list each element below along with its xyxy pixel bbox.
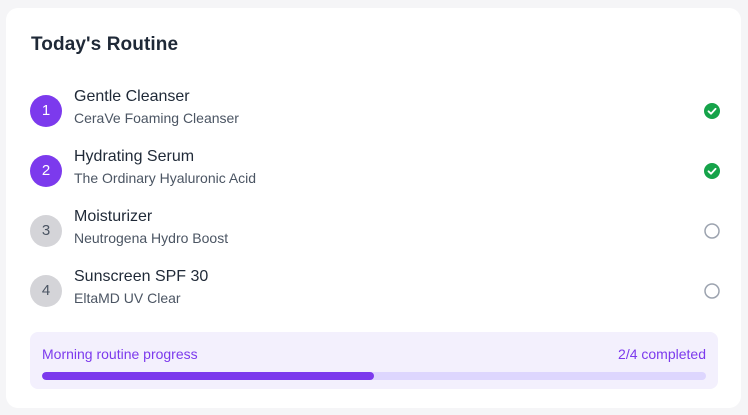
routine-step-1[interactable]: 1 Gentle Cleanser CeraVe Foaming Cleanse…: [30, 88, 720, 132]
routine-step-4[interactable]: 4 Sunscreen SPF 30 EltaMD UV Clear: [30, 268, 720, 312]
check-circle-icon[interactable]: [704, 103, 720, 119]
empty-circle-icon[interactable]: [704, 223, 720, 239]
step-name: Moisturizer: [74, 208, 153, 225]
step-name: Gentle Cleanser: [74, 88, 190, 105]
step-number-badge: 2: [30, 155, 62, 187]
step-product: EltaMD UV Clear: [74, 290, 181, 306]
progress-count: 2/4 completed: [618, 346, 706, 362]
progress-label: Morning routine progress: [42, 346, 198, 362]
empty-circle-icon[interactable]: [704, 283, 720, 299]
step-product: The Ordinary Hyaluronic Acid: [74, 170, 257, 186]
routine-card: Today's Routine 1 Gentle Cleanser CeraVe…: [6, 8, 741, 408]
step-number-badge: 4: [30, 275, 62, 307]
step-name: Sunscreen SPF 30: [74, 268, 209, 285]
routine-step-3[interactable]: 3 Moisturizer Neutrogena Hydro Boost: [30, 208, 720, 252]
progress-fill: [42, 372, 374, 380]
step-product: Neutrogena Hydro Boost: [74, 230, 229, 246]
step-name: Hydrating Serum: [74, 148, 195, 165]
progress-track: [42, 372, 706, 380]
progress-panel: Morning routine progress 2/4 completed: [30, 332, 718, 389]
routine-step-2[interactable]: 2 Hydrating Serum The Ordinary Hyaluroni…: [30, 148, 720, 192]
check-circle-icon[interactable]: [704, 163, 720, 179]
step-product: CeraVe Foaming Cleanser: [74, 110, 239, 126]
step-number-badge: 3: [30, 215, 62, 247]
step-number-badge: 1: [30, 95, 62, 127]
routine-title: Today's Routine: [31, 34, 179, 55]
